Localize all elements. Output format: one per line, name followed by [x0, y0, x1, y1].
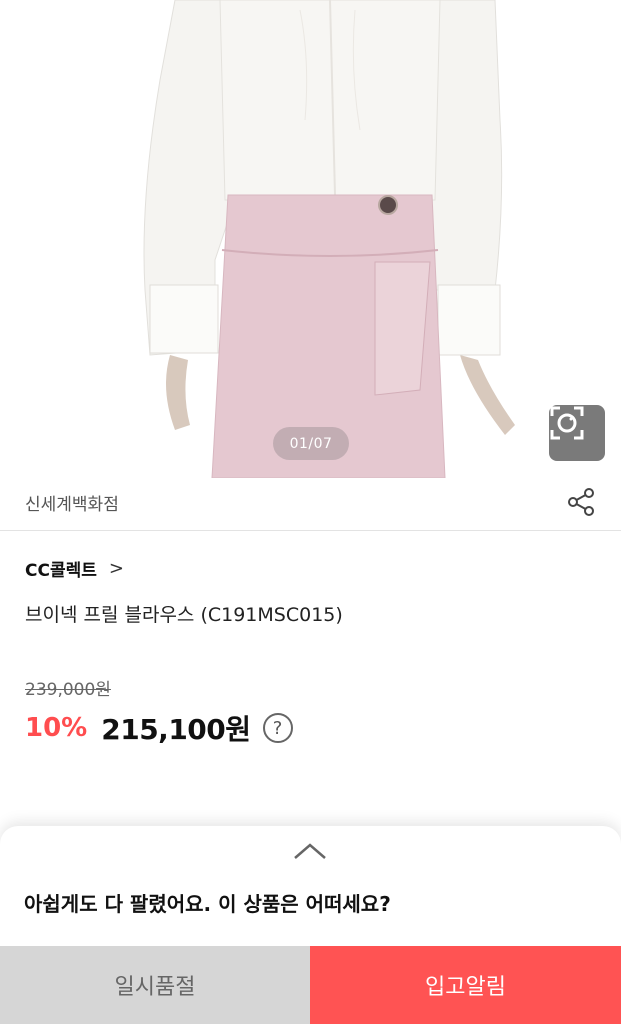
- soldout-button[interactable]: 일시품절: [0, 946, 310, 1024]
- original-price: 239,000원: [25, 680, 111, 700]
- brand-link[interactable]: CC콜렉트 >: [25, 556, 124, 581]
- sheet-toggle[interactable]: [292, 840, 328, 862]
- product-photo: [0, 0, 621, 478]
- share-button[interactable]: [565, 486, 597, 518]
- soldout-message: 아쉽게도 다 팔렸어요. 이 상품은 어떠세요?: [24, 892, 391, 916]
- seller-name: 신세계백화점: [25, 495, 119, 515]
- share-icon: [568, 488, 594, 516]
- chevron-up-icon: [294, 843, 326, 859]
- chevron-right-icon: >: [108, 558, 124, 579]
- discount-rate: 10%: [25, 713, 88, 743]
- product-image[interactable]: 01/07: [0, 0, 621, 478]
- camera-lens-icon: [550, 406, 584, 440]
- image-search-button[interactable]: [549, 405, 605, 461]
- soldout-bottom-sheet: 아쉽게도 다 팔렸어요. 이 상품은 어떠세요? 일시품절 입고알림: [0, 826, 621, 1024]
- image-pager: 01/07: [273, 427, 349, 460]
- seller-row: 신세계백화점: [0, 478, 621, 531]
- sale-price: 215,100원: [101, 713, 251, 746]
- price-help-icon[interactable]: ?: [262, 713, 293, 743]
- brand-name: CC콜렉트: [25, 561, 97, 581]
- restock-notify-button[interactable]: 입고알림: [310, 946, 621, 1024]
- product-title: 브이넥 프릴 블라우스 (C191MSC015): [25, 604, 343, 626]
- price-row: 10% 215,100원 ?: [25, 708, 293, 748]
